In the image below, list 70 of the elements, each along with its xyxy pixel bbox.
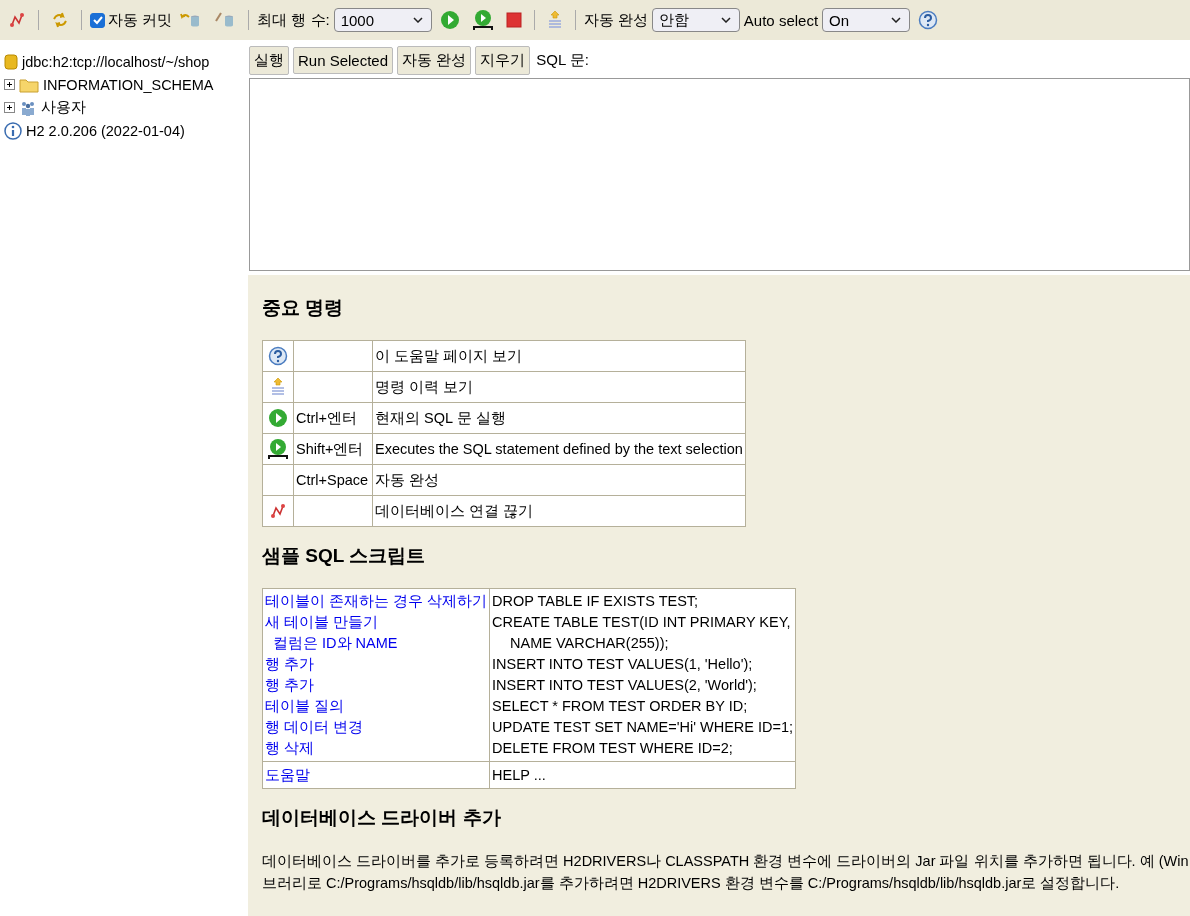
section-heading: 중요 명령 bbox=[262, 296, 345, 320]
folder-icon bbox=[19, 76, 39, 93]
database-icon bbox=[4, 52, 18, 71]
run-icon bbox=[268, 408, 288, 428]
sample-link[interactable]: 행 추가 bbox=[265, 656, 315, 672]
sample-link[interactable]: 행 삭제 bbox=[265, 740, 315, 756]
auto-commit-checkbox[interactable]: 자동 커밋 bbox=[90, 10, 173, 30]
sql-label: SQL 문: bbox=[536, 51, 590, 70]
sample-link[interactable]: 테이블 질의 bbox=[265, 698, 345, 714]
sql-code-text: DELETE FROM TEST WHERE ID=2; bbox=[492, 740, 733, 756]
max-rows-label: 최대 행 수: bbox=[257, 10, 330, 30]
tree-item[interactable]: H2 2.0.206 (2022-01-04) bbox=[26, 122, 185, 139]
auto-select-select[interactable]: On bbox=[822, 8, 911, 32]
tree-item[interactable]: 사용자 bbox=[41, 98, 86, 117]
shortcut-text: Ctrl+Space bbox=[296, 472, 369, 488]
sql-code-text: NAME VARCHAR(255)); bbox=[510, 635, 669, 651]
disconnect-icon bbox=[269, 502, 287, 520]
sample-link[interactable]: 행 추가 bbox=[265, 677, 315, 693]
autocomplete-label: 자동 완성 bbox=[583, 10, 648, 30]
editor-button[interactable]: 지우기 bbox=[475, 46, 531, 75]
paragraph-line: 데이터베이스 드라이버를 추가로 등록하려면 H2DRIVERS나 CLASSPATH 환경 변수에 드라이버의 Jar 파일 위치를 추가하면 됩니다. 예 (Win bbox=[262, 852, 1189, 871]
sample-link[interactable]: 테이블이 존재하는 경우 삭제하기 bbox=[265, 593, 488, 609]
auto-select-label: Auto select bbox=[743, 11, 819, 29]
caret-icon bbox=[891, 17, 902, 23]
sql-code-text: HELP ... bbox=[492, 767, 546, 783]
history-icon bbox=[270, 377, 286, 397]
sql-code-text: SELECT * FROM TEST ORDER BY ID; bbox=[492, 698, 748, 714]
help-icon bbox=[918, 10, 939, 30]
run-selected-icon bbox=[267, 438, 289, 460]
tree-item[interactable]: jdbc:h2:tcp://localhost/~/shop bbox=[22, 53, 210, 70]
command-description: Executes the SQL statement defined by the text selection bbox=[375, 441, 743, 457]
checkmark-icon bbox=[91, 14, 104, 26]
shortcut-text: Ctrl+엔터 bbox=[296, 409, 358, 426]
editor-button[interactable]: 자동 완성 bbox=[397, 46, 472, 75]
run-selected-icon bbox=[471, 9, 494, 31]
max-rows-select[interactable]: 1000 bbox=[333, 8, 432, 32]
sample-link[interactable]: 행 데이터 변경 bbox=[265, 719, 364, 735]
stop-icon bbox=[505, 12, 522, 28]
sample-link[interactable]: 컬럼은 ID와 NAME bbox=[273, 635, 398, 651]
run-icon bbox=[439, 10, 460, 30]
expand-toggle-icon[interactable] bbox=[4, 79, 15, 90]
section-heading: 샘플 SQL 스크립트 bbox=[262, 544, 427, 568]
history-icon bbox=[546, 10, 563, 30]
section-heading: 데이터베이스 드라이버 추가 bbox=[262, 806, 502, 830]
command-description: 명령 이력 보기 bbox=[375, 378, 474, 395]
command-description: 자동 완성 bbox=[375, 471, 440, 488]
tree-item[interactable]: INFORMATION_SCHEMA bbox=[43, 76, 214, 93]
sql-code-text: DROP TABLE IF EXISTS TEST; bbox=[492, 593, 699, 609]
caret-icon bbox=[412, 17, 423, 23]
command-description: 현재의 SQL 문 실행 bbox=[375, 409, 506, 426]
sql-code-text: INSERT INTO TEST VALUES(2, 'World'); bbox=[492, 677, 757, 693]
command-description: 이 도움말 페이지 보기 bbox=[375, 347, 523, 364]
sql-input-field[interactable] bbox=[249, 78, 1190, 271]
editor-button[interactable]: Run Selected bbox=[293, 47, 394, 74]
disconnect-icon bbox=[8, 11, 26, 29]
sample-link[interactable]: 새 테이블 만들기 bbox=[265, 614, 379, 630]
sql-code-text: UPDATE TEST SET NAME='Hi' WHERE ID=1; bbox=[492, 719, 794, 735]
command-description: 데이터베이스 연결 끊기 bbox=[375, 502, 534, 519]
caret-icon bbox=[720, 17, 731, 23]
expand-toggle-icon[interactable] bbox=[4, 102, 15, 113]
help-icon bbox=[268, 346, 288, 366]
sql-code-text: CREATE TABLE TEST(ID INT PRIMARY KEY, bbox=[492, 614, 791, 630]
paragraph-line: 브러리로 C:/Programs/hsqldb/lib/hsqldb.jar를 추가하려면 H2DRIVERS 환경 변수를 C:/Programs/hsqldb/lib/hsqldb.jar로 설정합니다. bbox=[262, 874, 1120, 893]
autocomplete-select[interactable]: 안함 bbox=[651, 8, 740, 32]
sql-code-text: INSERT INTO TEST VALUES(1, 'Hello'); bbox=[492, 656, 753, 672]
editor-button[interactable]: 실행 bbox=[249, 46, 289, 75]
shortcut-text: Shift+엔터 bbox=[296, 440, 364, 457]
sample-link[interactable]: 도움말 bbox=[265, 767, 310, 783]
refresh-icon bbox=[51, 11, 69, 29]
info-icon bbox=[4, 121, 22, 140]
